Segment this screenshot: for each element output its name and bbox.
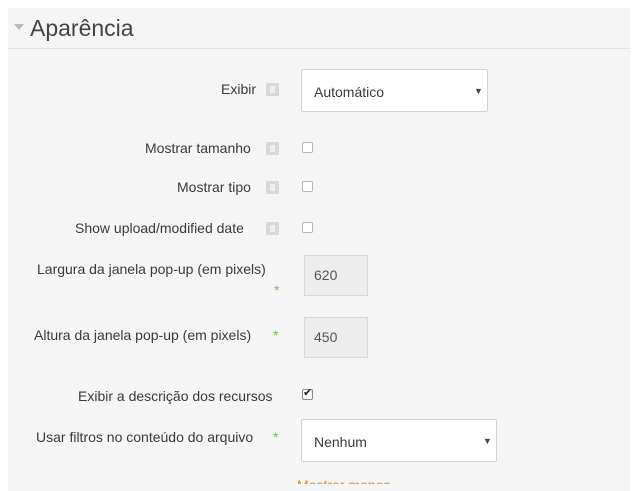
help-icon[interactable] xyxy=(266,181,279,194)
display-select-value: Automático xyxy=(314,84,385,100)
print-intro-label: Exibir a descrição dos recursos xyxy=(78,388,273,404)
filter-files-label: Usar filtros no conteúdo do arquivo xyxy=(36,429,254,445)
required-marker: * xyxy=(273,429,279,445)
popup-width-label: Largura da janela pop-up (em pixels) xyxy=(37,261,266,277)
show-size-checkbox[interactable] xyxy=(302,142,313,153)
caret-down-icon[interactable] xyxy=(14,24,24,30)
chevron-down-icon: ▼ xyxy=(474,86,483,96)
filter-files-select[interactable]: Nenhum ▼ xyxy=(301,419,497,462)
popup-height-input[interactable]: 450 xyxy=(304,317,368,358)
show-size-label: Mostrar tamanho xyxy=(145,140,251,156)
required-marker: * xyxy=(274,282,280,298)
help-icon[interactable] xyxy=(266,142,279,155)
display-label: Exibir xyxy=(221,81,257,97)
show-type-label: Mostrar tipo xyxy=(177,179,251,195)
popup-height-label: Altura da janela pop-up (em pixels) xyxy=(34,327,252,343)
filter-files-select-value: Nenhum xyxy=(314,434,367,450)
chevron-down-icon: ▼ xyxy=(483,436,492,446)
required-marker: * xyxy=(273,327,279,343)
section-title[interactable]: Aparência xyxy=(30,14,134,42)
help-icon[interactable] xyxy=(266,83,279,96)
show-less-link[interactable]: Mostrar menos... xyxy=(297,476,402,484)
show-date-checkbox[interactable] xyxy=(302,222,313,233)
check-icon: ✔ xyxy=(303,387,313,399)
print-intro-checkbox[interactable]: ✔ xyxy=(302,387,313,400)
section-header[interactable]: Aparência xyxy=(8,8,630,49)
popup-width-input[interactable]: 620 xyxy=(304,255,368,296)
display-select[interactable]: Automático ▼ xyxy=(301,69,488,112)
show-date-label: Show upload/modified date xyxy=(75,220,244,236)
show-type-checkbox[interactable] xyxy=(302,181,313,192)
help-icon[interactable] xyxy=(266,222,279,235)
